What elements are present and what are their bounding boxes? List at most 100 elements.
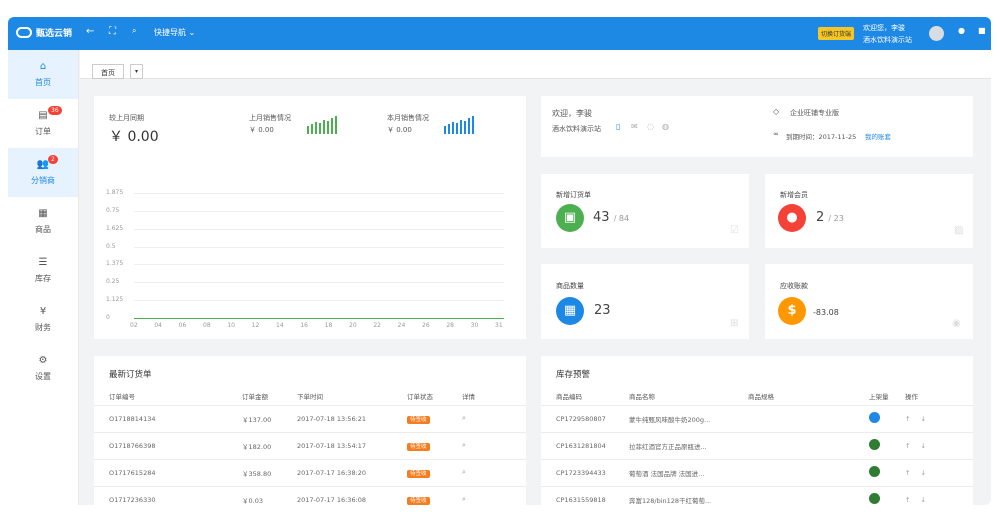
search-icon[interactable]: ⌕ (462, 441, 466, 449)
arrow-up-icon[interactable]: ↑ (905, 469, 910, 477)
mail-icon[interactable]: ✉ (631, 122, 638, 131)
status-badge: 待签收 (407, 415, 430, 424)
expiry-date: 到期时间：2017-11-25 (786, 133, 857, 141)
table-row[interactable]: O1717236330 ￥0.03 2017-07-17 16:36:08 待签… (94, 486, 526, 505)
cloud-logo-icon (16, 27, 32, 38)
qq-icon[interactable]: ◌ (647, 122, 654, 131)
tab-home[interactable]: 首页 (92, 64, 124, 79)
new-orders-card[interactable]: 新增订货单 ▣ 43 / 84 ☑ (541, 174, 749, 248)
arrow-down-icon[interactable]: ↓ (920, 496, 925, 504)
product-code: CP1729580807 (541, 405, 629, 433)
profile-card: 欢迎，李骏 酒水饮料演示站 ▯ ✉ ◌ ◍ ◇ 企业旺铺专业版 ∞ 到期时间：2… (541, 96, 973, 157)
order-time: 2017-07-17 16:36:08 (297, 486, 407, 505)
table-row[interactable]: CP1631281804 拉菲红酒官方正品原瓶进... ↑ ↓ (541, 432, 973, 460)
arrow-up-icon[interactable]: ↑ (905, 442, 910, 450)
detail-cell: ⌕ (462, 459, 526, 487)
fullscreen-icon[interactable]: ⛶ (109, 26, 116, 37)
x-tick-label: 30 (470, 322, 479, 329)
order-amount: ￥0.03 (242, 486, 297, 505)
arrow-up-icon[interactable]: ↑ (905, 496, 910, 504)
sparkline-bar (452, 122, 454, 134)
my-account-link[interactable]: 我的账套 (865, 131, 891, 141)
search-icon[interactable]: ⌕ (462, 414, 466, 422)
actions-cell: ↑ ↓ (905, 459, 973, 487)
mobile-icon[interactable]: ▯ (616, 122, 620, 131)
x-tick-label: 16 (300, 322, 308, 329)
new-members-total: / 23 (828, 214, 844, 223)
new-members-card[interactable]: 新增会员 ● 2 / 23 ▨ (765, 174, 973, 248)
quick-nav-label: 快捷导航 (154, 28, 186, 37)
goods-count-card[interactable]: 商品数量 ▦ 23 ⊞ (541, 264, 749, 339)
contact-card-icon: ▨ (954, 225, 964, 236)
sidebar-item-distributors[interactable]: 👥 2 分销商 (8, 148, 78, 197)
user-welcome[interactable]: 欢迎您，李骏 酒水饮料演示站 (863, 22, 912, 46)
eye-icon: ◉ (952, 318, 961, 329)
stock-warning-card: 库存预警 商品编码 商品名称 商品规格 上架量 操作 CP1729580807 蒙… (541, 356, 973, 505)
sidebar-item-inventory[interactable]: ☰ 库存 (8, 246, 78, 295)
wechat-icon[interactable]: ◍ (662, 122, 669, 131)
order-id: O1718814134 (94, 405, 242, 433)
sparkline-bar (464, 121, 466, 134)
grid-line (134, 193, 504, 194)
grid-line (134, 300, 504, 302)
table-row[interactable]: O1718766398 ￥182.00 2017-07-18 13:54:17 … (94, 432, 526, 460)
back-arrow-icon[interactable]: ← (86, 26, 94, 37)
table-row[interactable]: O1718814134 ￥137.00 2017-07-18 13:56:21 … (94, 405, 526, 433)
check-icon: ☑ (730, 225, 739, 236)
status-badge: 待签收 (407, 496, 430, 505)
distributor-badge: 2 (48, 155, 58, 164)
goods-icon: ▦ (38, 208, 48, 219)
sidebar-item-finance[interactable]: ¥ 财务 (8, 295, 78, 344)
receivable-card[interactable]: 应收账款 $ -83.08 ◉ (765, 264, 973, 339)
col-spec: 商品规格 (748, 388, 869, 406)
sidebar-item-settings[interactable]: ⚙ 设置 (8, 344, 78, 393)
app-logo[interactable]: 甄选云销 (16, 26, 72, 39)
stat-title: 应收账款 (780, 282, 808, 290)
table-row[interactable]: CP1631559818 奔富128/bin128干红葡萄... ↑ ↓ (541, 486, 973, 505)
sparkline-bar (315, 122, 317, 134)
table-row[interactable]: CP1729580807 蒙牛纯甄风味酸牛奶200g... ↑ ↓ (541, 405, 973, 433)
y-tick-label: 1.375 (106, 260, 124, 268)
detail-cell: ⌕ (462, 432, 526, 460)
sidebar-item-goods[interactable]: ▦ 商品 (8, 197, 78, 246)
grid-icon: ▦ (556, 297, 584, 325)
clipboard-icon: ▣ (556, 204, 584, 232)
search-icon[interactable]: ⌕ (462, 468, 466, 476)
search-icon[interactable]: ⌕ (462, 495, 466, 503)
table-row[interactable]: O1717615284 ￥358.80 2017-07-17 16:38:20 … (94, 459, 526, 487)
sidebar-item-orders[interactable]: ▤ 36 订单 (8, 99, 78, 148)
quick-nav-menu[interactable]: 快捷导航 ⌄ (154, 27, 195, 38)
avatar[interactable] (929, 26, 944, 41)
shelf-pie-icon (869, 439, 880, 450)
list-icon: ☰ (38, 257, 48, 268)
home-icon: ⌂ (39, 61, 47, 72)
sparkline-bar (468, 118, 470, 134)
col-name: 商品名称 (629, 388, 748, 406)
arrow-down-icon[interactable]: ↓ (920, 415, 925, 423)
user-icon: ● (778, 204, 806, 232)
col-amount: 订单金额 (242, 388, 297, 406)
table-row[interactable]: CP1723394433 葡萄酒 法国品牌 法国进... ↑ ↓ (541, 459, 973, 487)
sparkline-bar (319, 123, 321, 134)
sidebar-item-home[interactable]: ⌂ 首页 (8, 50, 78, 99)
arrow-down-icon[interactable]: ↓ (920, 469, 925, 477)
message-icon[interactable]: ■ (978, 26, 986, 35)
arrow-down-icon[interactable]: ↓ (920, 442, 925, 450)
sidebar: ⌂ 首页 ▤ 36 订单 👥 2 分销商 ▦ 商品 ☰ 库存 ¥ 财务 ⚙ 设置 (8, 50, 79, 505)
x-tick-label: 12 (251, 322, 260, 329)
switch-ordering-button[interactable]: 切换订货端 (818, 27, 855, 40)
stat-value: 2 / 23 (816, 210, 844, 225)
arrow-up-icon[interactable]: ↑ (905, 415, 910, 423)
product-code: CP1723394433 (541, 459, 629, 487)
last-month-sparkline (307, 116, 337, 134)
shelf-pie-icon (869, 412, 880, 423)
search-icon[interactable]: ⌕ (132, 26, 136, 36)
bell-icon[interactable]: ● (958, 26, 965, 35)
stat-title: 新增订货单 (556, 191, 591, 199)
tab-dropdown[interactable]: ▾ (130, 64, 143, 79)
order-status-cell: 待签收 (407, 405, 462, 433)
sales-card: 较上月同期 ￥ 0.00 上月销售情况 ￥ 0.00 本月销售情况 ￥ 0.00… (94, 96, 526, 339)
product-code: CP1631559818 (541, 486, 629, 505)
last-month-value: ￥ 0.00 (249, 126, 274, 134)
stock-table: 商品编码 商品名称 商品规格 上架量 操作 CP1729580807 蒙牛纯甄风味… (541, 388, 973, 505)
